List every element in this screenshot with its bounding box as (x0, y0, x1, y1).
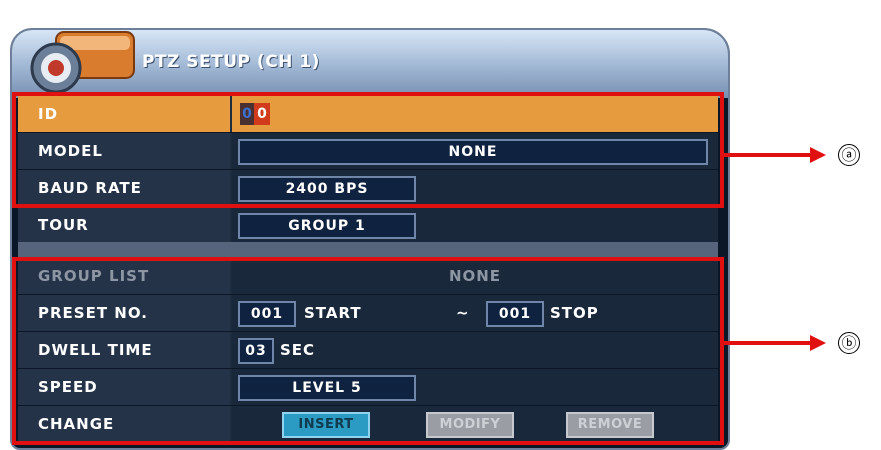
arrow-a-line (724, 153, 812, 157)
highlight-box-b (12, 257, 724, 445)
tour-select[interactable]: GROUP 1 (238, 213, 416, 239)
title-bar: PTZ SETUP (CH 1) (12, 30, 728, 98)
marker-b-text: ⓑ (841, 334, 857, 352)
section-divider (18, 242, 718, 258)
camera-icon (30, 31, 135, 94)
highlight-box-a (12, 92, 724, 208)
arrow-b-head-icon (810, 335, 826, 351)
tour-label: TOUR (18, 207, 230, 243)
page-title: PTZ SETUP (CH 1) (142, 52, 320, 72)
marker-a-text: ⓐ (841, 146, 857, 164)
row-tour[interactable]: TOUR GROUP 1 (18, 207, 718, 244)
marker-a: ⓐ (838, 144, 860, 166)
marker-b: ⓑ (838, 332, 860, 354)
arrow-b-line (724, 341, 812, 345)
arrow-a-head-icon (810, 147, 826, 163)
